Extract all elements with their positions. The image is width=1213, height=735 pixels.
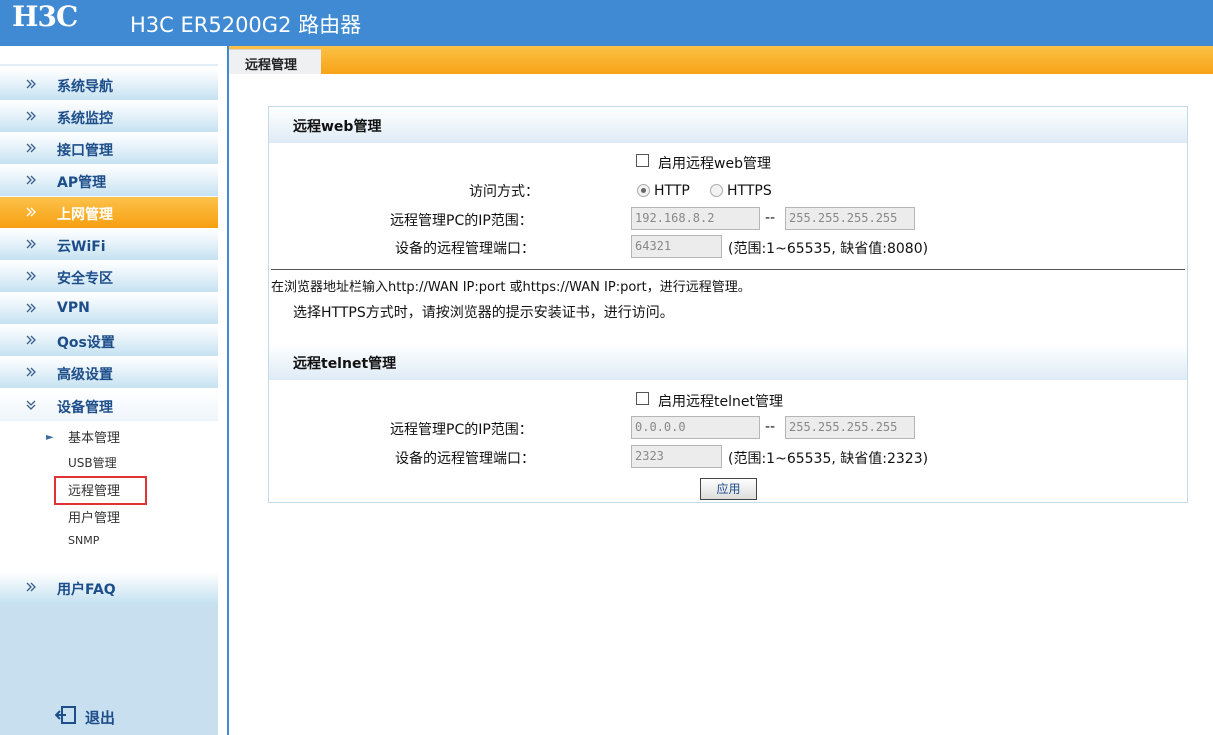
access-method-label: 访问方式： [469, 184, 539, 200]
telnet-port-input[interactable]: 2323 [631, 445, 722, 468]
web-note-2: 选择HTTPS方式时，请按浏览器的提示安装证书，进行访问。 [293, 305, 674, 321]
sidebar-item-vpn[interactable]: VPN [0, 293, 218, 324]
telnet-port-label: 设备的远程管理端口： [395, 451, 535, 467]
web-port-input[interactable]: 64321 [631, 235, 722, 258]
http-radio[interactable] [637, 184, 650, 197]
sidebar-item-label: 云WiFi [57, 239, 106, 255]
telnet-section-title: 远程telnet管理 [293, 356, 397, 372]
web-section-title: 远程web管理 [293, 119, 382, 135]
chevron-right-icon [26, 303, 36, 313]
sidebar-item-qos[interactable]: Qos设置 [0, 325, 218, 356]
app-title: H3C ER5200G2 路由器 [130, 13, 362, 37]
sidebar-item-cloud-wifi[interactable]: 云WiFi [0, 229, 218, 260]
logout-icon [54, 706, 77, 728]
sidebar-item-label: 设备管理 [57, 400, 113, 416]
sidebar-top-strip [0, 46, 218, 66]
sidebar-item-ap[interactable]: AP管理 [0, 165, 218, 196]
chevron-right-icon [26, 175, 36, 185]
telnet-ip-range-dash: -- [765, 419, 776, 435]
sidebar-item-security[interactable]: 安全专区 [0, 261, 218, 292]
chevron-right-icon [26, 335, 36, 345]
sidebar-item-label: Qos设置 [57, 335, 115, 351]
chevron-right-icon [26, 143, 36, 153]
web-ip-range-label: 远程管理PC的IP范围： [390, 213, 533, 229]
app-header: H3C H3C ER5200G2 路由器 [0, 0, 1213, 46]
web-ip-end-input[interactable]: 255.255.255.255 [785, 207, 915, 230]
sidebar-item-label: 用户FAQ [57, 582, 116, 598]
telnet-port-hint: (范围:1~65535, 缺省值:2323) [728, 451, 929, 467]
sidebar-item-device[interactable]: 设备管理 [0, 390, 218, 421]
sidebar-item-label: 安全专区 [57, 271, 113, 287]
web-note-1: 在浏览器地址栏输入http://WAN IP:port 或https://WAN… [271, 280, 751, 295]
chevron-right-icon [26, 271, 36, 281]
telnet-ip-end-input[interactable]: 255.255.255.255 [785, 416, 915, 439]
http-radio-label: HTTP [654, 183, 690, 199]
chevron-right-icon [26, 582, 36, 592]
enable-telnet-checkbox[interactable] [636, 392, 649, 405]
sub-item-user[interactable]: 用户管理 [68, 507, 120, 526]
sidebar-item-interface[interactable]: 接口管理 [0, 133, 218, 164]
sidebar-item-label: 系统导航 [57, 79, 113, 95]
chevron-right-icon [26, 79, 36, 89]
logout-label: 退出 [85, 709, 116, 727]
chevron-right-icon [26, 367, 36, 377]
sidebar-item-label: 系统监控 [57, 111, 113, 127]
https-radio[interactable] [710, 184, 723, 197]
chevron-right-icon [26, 111, 36, 121]
sidebar-item-system-navigation[interactable]: 系统导航 [0, 69, 218, 100]
web-ip-range-dash: -- [765, 210, 776, 226]
web-ip-start-input[interactable]: 192.168.8.2 [631, 207, 760, 230]
web-port-hint: (范围:1~65535, 缺省值:8080) [728, 241, 929, 257]
sidebar-item-system-monitor[interactable]: 系统监控 [0, 101, 218, 132]
web-port-label: 设备的远程管理端口： [395, 241, 535, 257]
sidebar-item-internet[interactable]: 上网管理 [0, 197, 218, 228]
web-section-header: 远程web管理 [269, 107, 1187, 143]
enable-telnet-label: 启用远程telnet管理 [658, 394, 783, 410]
chevron-right-icon [26, 207, 36, 217]
sub-item-remote[interactable]: 远程管理 [68, 480, 120, 499]
remote-management-panel: 远程web管理 启用远程web管理 访问方式： HTTP HTTPS 远程管理P… [268, 106, 1188, 503]
enable-web-checkbox[interactable] [636, 154, 649, 167]
chevron-right-icon [26, 239, 36, 249]
chevron-down-icon [26, 400, 36, 410]
sub-item-snmp[interactable]: SNMP [68, 534, 99, 547]
bullet-icon: ► [46, 432, 54, 443]
sidebar-item-label: 高级设置 [57, 367, 113, 383]
sidebar-divider [227, 46, 229, 735]
sidebar-item-label: 上网管理 [57, 207, 113, 223]
tab-bar: 远程管理 [229, 46, 1213, 74]
sidebar: 系统导航 系统监控 接口管理 AP管理 上网管理 云WiFi 安全专区 VPN … [0, 46, 218, 735]
sidebar-item-label: 接口管理 [57, 143, 113, 159]
sidebar-item-label: AP管理 [57, 175, 107, 191]
sub-item-usb[interactable]: USB管理 [68, 454, 117, 471]
tab-label: 远程管理 [245, 58, 298, 73]
tab-remote-management[interactable]: 远程管理 [229, 49, 321, 74]
sidebar-item-label: VPN [57, 300, 90, 316]
https-radio-label: HTTPS [727, 183, 772, 199]
sub-item-basic[interactable]: 基本管理 [68, 427, 120, 446]
sidebar-item-advanced[interactable]: 高级设置 [0, 357, 218, 388]
telnet-ip-range-label: 远程管理PC的IP范围： [390, 422, 533, 438]
h3c-logo: H3C [12, 0, 78, 33]
divider-line [271, 269, 1185, 270]
telnet-ip-start-input[interactable]: 0.0.0.0 [631, 416, 760, 439]
sidebar-item-faq[interactable]: 用户FAQ [0, 572, 218, 603]
enable-web-label: 启用远程web管理 [658, 156, 771, 172]
telnet-section-header: 远程telnet管理 [269, 344, 1187, 380]
apply-button[interactable]: 应用 [700, 478, 757, 500]
